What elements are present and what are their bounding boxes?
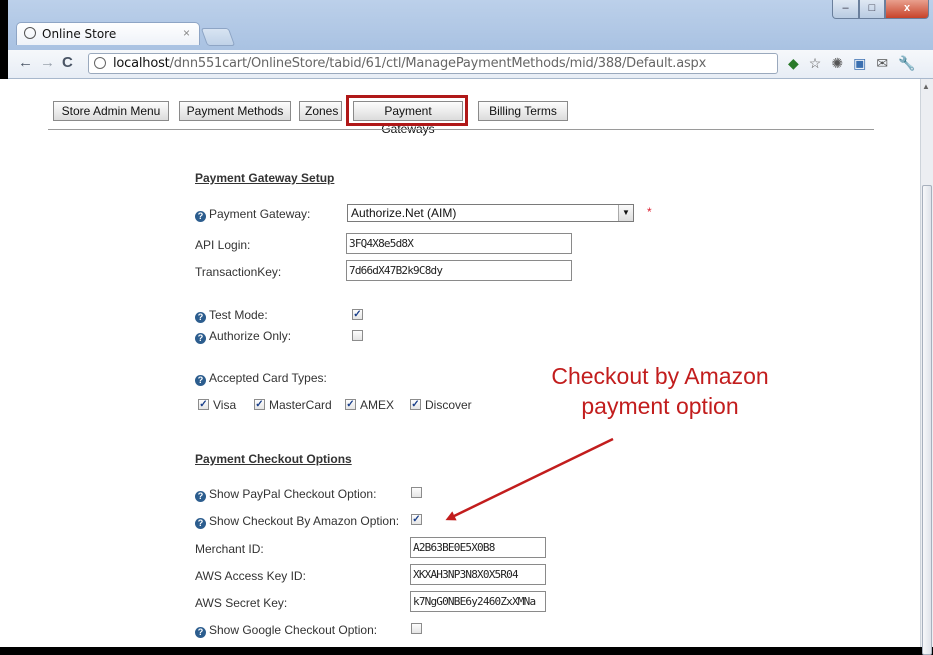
new-tab-button[interactable]: [200, 28, 236, 46]
merchant-id-label: Merchant ID:: [195, 542, 264, 556]
paypal-checkbox[interactable]: [411, 487, 422, 498]
url-text: localhost/dnn551cart/OnlineStore/tabid/6…: [113, 56, 707, 71]
help-icon[interactable]: ?: [195, 627, 206, 638]
google-label: ? Show Google Checkout Option:: [195, 623, 377, 638]
forward-icon[interactable]: →: [40, 54, 55, 71]
required-marker: *: [647, 205, 652, 219]
api-login-label: API Login:: [195, 238, 251, 252]
page-icon: [94, 57, 106, 69]
star-icon[interactable]: ☆: [809, 55, 822, 72]
authorize-only-label: ? Authorize Only:: [195, 329, 291, 344]
callout-arrow: [445, 437, 614, 521]
test-mode-label: ? Test Mode:: [195, 308, 268, 323]
amazon-label: ? Show Checkout By Amazon Option:: [195, 514, 399, 529]
gateway-setup-heading: Payment Gateway Setup: [195, 171, 335, 185]
help-icon[interactable]: ?: [195, 333, 206, 344]
mastercard-label: MasterCard: [269, 398, 332, 412]
callout-line-2: payment option: [581, 393, 739, 419]
toolbar-icons: ◆ ☆ ✺ ▣ ✉ 🔧: [788, 55, 915, 72]
test-mode-checkbox[interactable]: ✓: [352, 309, 363, 320]
help-icon[interactable]: ?: [195, 375, 206, 386]
browser-toolbar: ← → C localhost/dnn551cart/OnlineStore/t…: [8, 50, 933, 79]
visa-checkbox[interactable]: ✓: [198, 399, 209, 410]
close-window-button[interactable]: x: [885, 0, 929, 19]
vertical-scrollbar[interactable]: ▲: [920, 79, 933, 655]
page-content: Store Admin Menu Payment Methods Zones P…: [0, 79, 920, 647]
help-icon[interactable]: ?: [195, 211, 206, 222]
mastercard-checkbox[interactable]: ✓: [254, 399, 265, 410]
visa-label: Visa: [213, 398, 237, 412]
amex-checkbox[interactable]: ✓: [345, 399, 356, 410]
aws-secret-key-input[interactable]: k7NgG0NBE6y2460ZxXMNa: [410, 591, 546, 612]
paypal-label: ? Show PayPal Checkout Option:: [195, 487, 376, 502]
scrollbar-thumb[interactable]: [922, 185, 932, 655]
billing-terms-button[interactable]: Billing Terms: [478, 101, 568, 121]
tab-strip: Online Store × – □ x: [8, 0, 933, 50]
window-icon[interactable]: ▣: [853, 55, 866, 72]
settings-icon[interactable]: ✺: [831, 55, 843, 72]
amazon-checkbox[interactable]: ✓: [411, 514, 422, 525]
checkout-options-heading: Payment Checkout Options: [195, 452, 352, 466]
transaction-key-input[interactable]: 7d66dX47B2k9C8dy: [346, 260, 572, 281]
discover-label: Discover: [425, 398, 472, 412]
aws-access-key-label: AWS Access Key ID:: [195, 569, 306, 583]
chevron-down-icon: ▼: [618, 205, 633, 221]
help-icon[interactable]: ?: [195, 518, 206, 529]
minimize-button[interactable]: –: [832, 0, 859, 19]
aws-secret-key-label: AWS Secret Key:: [195, 596, 288, 610]
callout-text: Checkout by Amazon payment option: [480, 361, 840, 421]
gateway-select[interactable]: Authorize.Net (AIM) ▼: [347, 204, 634, 222]
divider: [48, 129, 874, 130]
discover-checkbox[interactable]: ✓: [410, 399, 421, 410]
card-types-label: ? Accepted Card Types:: [195, 371, 327, 386]
maximize-button[interactable]: □: [859, 0, 885, 19]
merchant-id-input[interactable]: A2B63BE0E5X0B8: [410, 537, 546, 558]
aws-access-key-input[interactable]: XKXAH3NP3N8X0X5R04: [410, 564, 546, 585]
globe-icon: [24, 27, 36, 39]
feed-icon[interactable]: ✉: [876, 55, 888, 72]
highlight-box: [346, 95, 468, 126]
window-controls: – □ x: [832, 0, 929, 20]
reload-icon[interactable]: C: [62, 54, 73, 71]
transaction-key-label: TransactionKey:: [195, 265, 282, 279]
payment-methods-button[interactable]: Payment Methods: [179, 101, 291, 121]
store-admin-menu-button[interactable]: Store Admin Menu: [53, 101, 169, 121]
api-login-input[interactable]: 3FQ4X8e5d8X: [346, 233, 572, 254]
address-bar[interactable]: localhost/dnn551cart/OnlineStore/tabid/6…: [88, 53, 778, 74]
scroll-up-icon[interactable]: ▲: [922, 82, 931, 92]
tab-close-icon[interactable]: ×: [183, 26, 190, 40]
tab-title: Online Store: [42, 27, 117, 41]
gateway-label: ? Payment Gateway:: [195, 207, 310, 222]
help-icon[interactable]: ?: [195, 491, 206, 502]
zones-button[interactable]: Zones: [299, 101, 342, 121]
help-icon[interactable]: ?: [195, 312, 206, 323]
back-icon[interactable]: ←: [18, 54, 33, 71]
amex-label: AMEX: [360, 398, 395, 412]
callout-line-1: Checkout by Amazon: [551, 363, 769, 389]
browser-tab[interactable]: Online Store ×: [16, 22, 200, 45]
extension-icon[interactable]: ◆: [788, 55, 799, 72]
authorize-only-checkbox[interactable]: [352, 330, 363, 341]
google-checkbox[interactable]: [411, 623, 422, 634]
wrench-icon[interactable]: 🔧: [898, 55, 915, 72]
